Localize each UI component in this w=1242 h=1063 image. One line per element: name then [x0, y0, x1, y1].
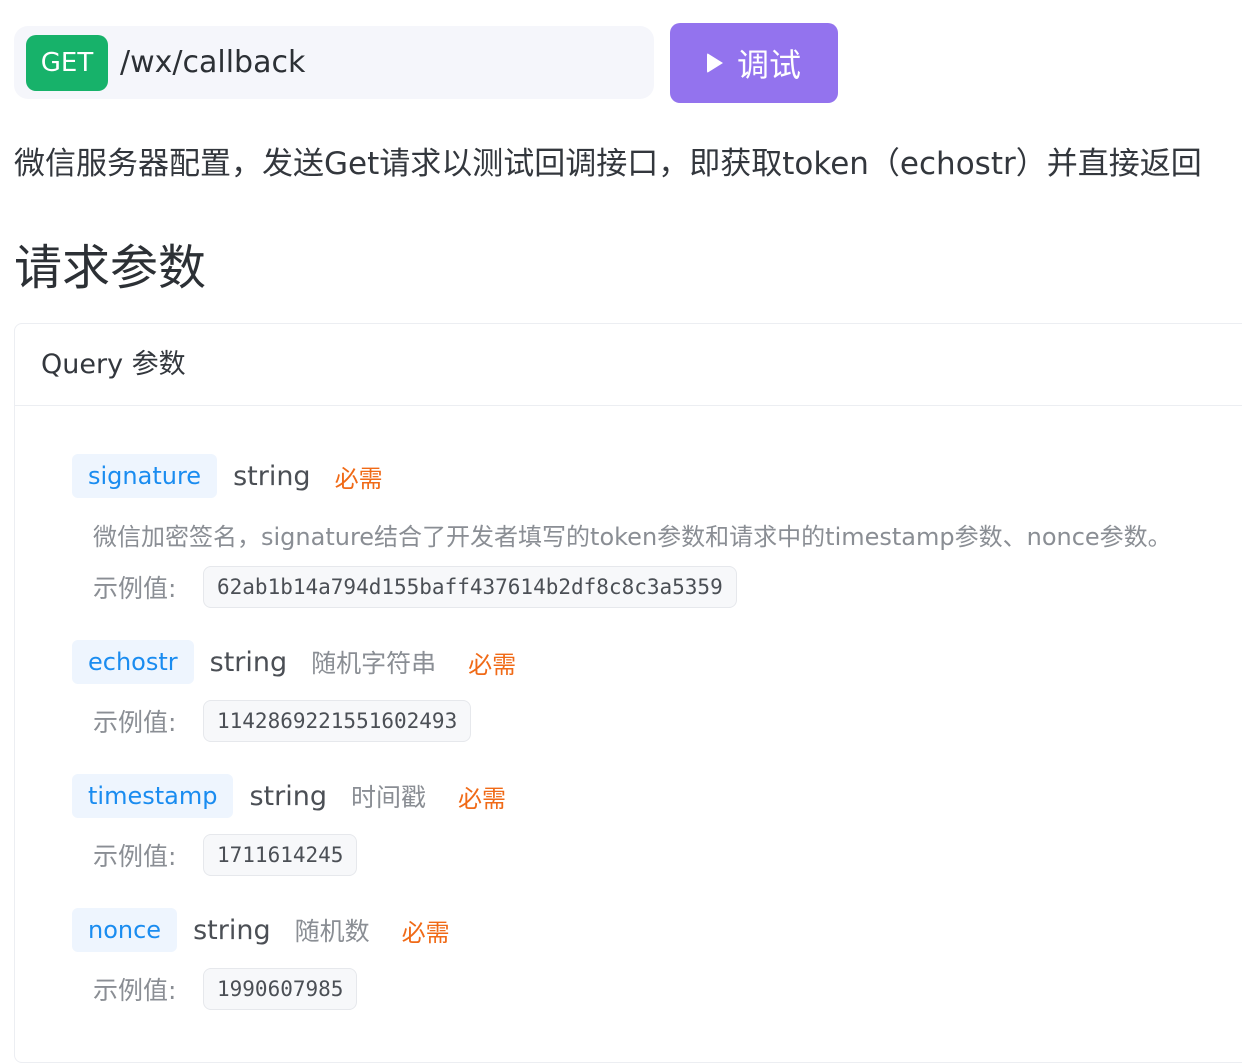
example-value[interactable]: 1990607985: [203, 968, 358, 1010]
play-icon: [706, 53, 723, 73]
section-title: 请求参数: [14, 240, 207, 296]
param-example-row: 示例值: 62ab1b14a794d155baff437614b2df8c8c3…: [93, 566, 737, 608]
example-label: 示例值:: [93, 976, 177, 1005]
example-label: 示例值:: [93, 842, 177, 871]
param-example-row: 示例值: 1711614245: [93, 834, 358, 876]
query-params-header: Query 参数: [15, 324, 1242, 406]
param-echostr-head: echostr string 随机字符串 必需: [72, 640, 516, 684]
param-short-description: 随机字符串: [311, 649, 437, 678]
param-type: string: [249, 780, 327, 812]
example-value[interactable]: 1711614245: [203, 834, 358, 876]
param-required-badge: 必需: [458, 784, 506, 813]
example-value[interactable]: 1142869221551602493: [203, 700, 472, 742]
example-label: 示例值:: [93, 574, 177, 603]
param-example-row: 示例值: 1142869221551602493: [93, 700, 472, 742]
debug-button[interactable]: 调试: [670, 23, 838, 103]
param-required-badge: 必需: [401, 918, 450, 947]
param-description: 微信加密签名，signature结合了开发者填写的token参数和请求中的tim…: [93, 523, 1172, 551]
param-short-description: 随机数: [294, 917, 370, 946]
endpoint-description: 微信服务器配置，发送Get请求以测试回调接口，即获取token（echostr）…: [14, 146, 1202, 182]
request-path: /wx/callback: [120, 45, 306, 80]
param-required-badge: 必需: [334, 464, 383, 493]
param-nonce-head: nonce string 随机数 必需: [72, 908, 450, 952]
param-short-description: 时间戳: [350, 783, 426, 812]
param-example-row: 示例值: 1990607985: [93, 968, 358, 1010]
example-label: 示例值:: [93, 708, 177, 737]
param-name: signature: [72, 454, 218, 498]
param-type: string: [193, 914, 271, 946]
http-method-badge: GET: [26, 35, 108, 91]
param-type: string: [233, 460, 311, 492]
param-name: nonce: [72, 908, 178, 952]
param-required-badge: 必需: [468, 650, 517, 679]
example-value[interactable]: 62ab1b14a794d155baff437614b2df8c8c3a5359: [203, 566, 737, 608]
param-signature-head: signature string 必需: [72, 454, 383, 498]
debug-button-label: 调试: [736, 46, 801, 84]
param-type: string: [209, 646, 288, 678]
param-timestamp-head: timestamp string 时间戳 必需: [72, 774, 506, 818]
request-url-bar: GET /wx/callback: [14, 26, 654, 99]
param-name: echostr: [72, 640, 194, 684]
query-params-card: Query 参数 signature string 必需 微信加密签名，sign…: [14, 323, 1242, 1063]
param-name: timestamp: [72, 774, 234, 818]
